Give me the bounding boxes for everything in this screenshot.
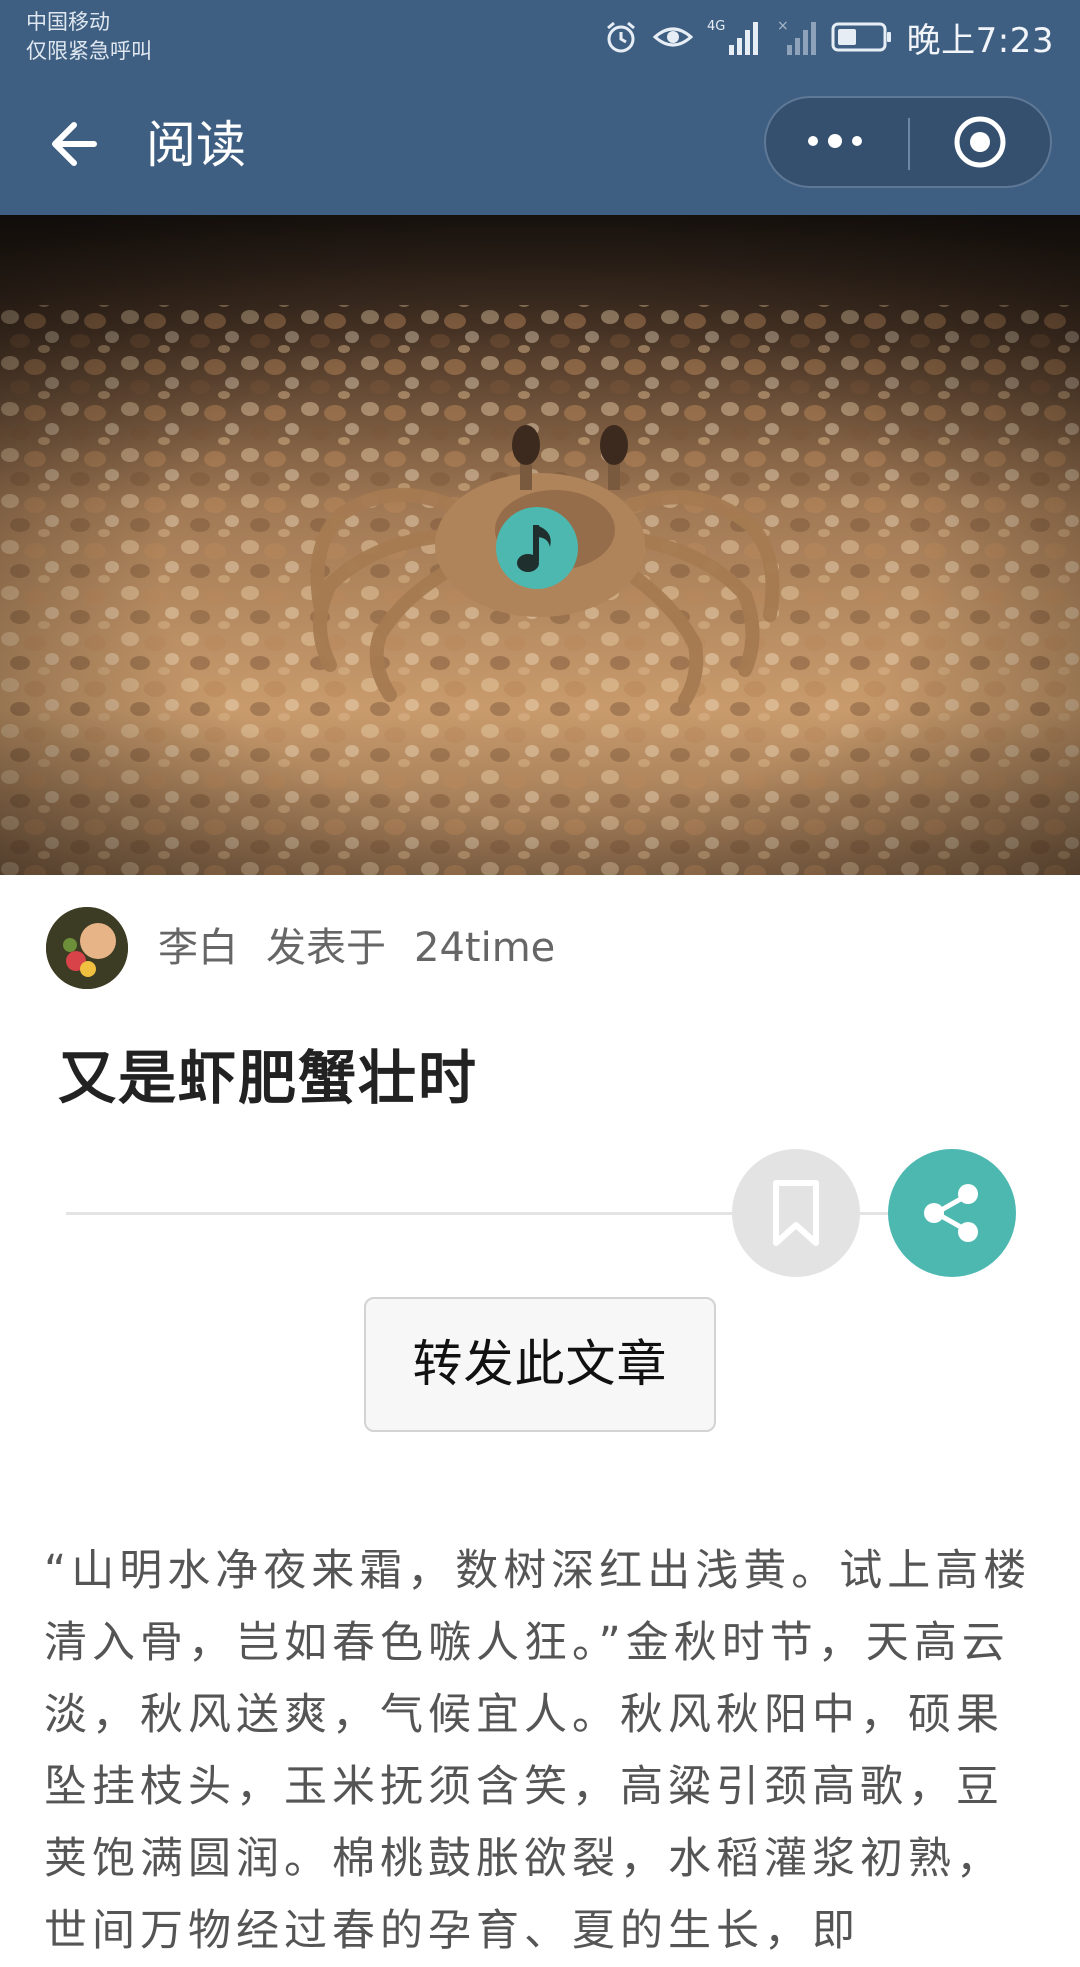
- share-icon: [924, 1184, 978, 1242]
- arrow-left-icon: [52, 122, 97, 166]
- navigation-bar: 阅读: [0, 74, 1080, 215]
- emergency-only-text: 仅限紧急呼叫: [26, 39, 152, 63]
- source-name: 24time: [414, 925, 556, 971]
- carrier-info: 中国移动 仅限紧急呼叫: [26, 8, 152, 66]
- more-dots-icon: [808, 134, 862, 148]
- bookmark-button[interactable]: [732, 1149, 860, 1277]
- music-note-icon[interactable]: [496, 507, 578, 589]
- target-circle-icon: [954, 116, 1006, 168]
- article-title: 又是虾肥蟹壮时: [58, 1044, 479, 1112]
- battery-icon: [831, 22, 891, 52]
- status-icons: 4G × 晚上7:23: [603, 12, 1054, 62]
- mini-program-capsule: [764, 96, 1052, 188]
- signal-4g-icon: 4G: [707, 19, 758, 55]
- article-body: “山明水净夜来霜，数树深红出浅黄。试上高楼清入骨，岂如春色嗾人狂。”金秋时节，天…: [44, 1546, 1032, 1956]
- more-button[interactable]: [766, 98, 908, 186]
- avatar[interactable]: [46, 907, 128, 989]
- status-bar: 中国移动 仅限紧急呼叫 4G × 晚上7:23: [0, 0, 1080, 74]
- article-meta: 李白 发表于 24time: [158, 920, 555, 976]
- page-title: 阅读: [146, 116, 246, 174]
- alarm-icon: [606, 21, 635, 53]
- back-button[interactable]: [44, 114, 104, 174]
- forward-article-button[interactable]: 转发此文章: [364, 1297, 716, 1432]
- avatar-image: [46, 907, 128, 989]
- bookmark-icon: [773, 1180, 819, 1246]
- author-name[interactable]: 李白: [158, 920, 238, 976]
- published-label: 发表于: [266, 925, 386, 971]
- svg-text:×: ×: [777, 18, 789, 34]
- clock: 晚上7:23: [906, 20, 1054, 61]
- network-type: 4G: [707, 19, 725, 34]
- no-signal-icon: ×: [777, 18, 816, 55]
- share-button[interactable]: [888, 1149, 1016, 1277]
- eye-icon: [652, 27, 693, 47]
- close-button[interactable]: [910, 98, 1050, 186]
- carrier-name: 中国移动: [26, 10, 110, 34]
